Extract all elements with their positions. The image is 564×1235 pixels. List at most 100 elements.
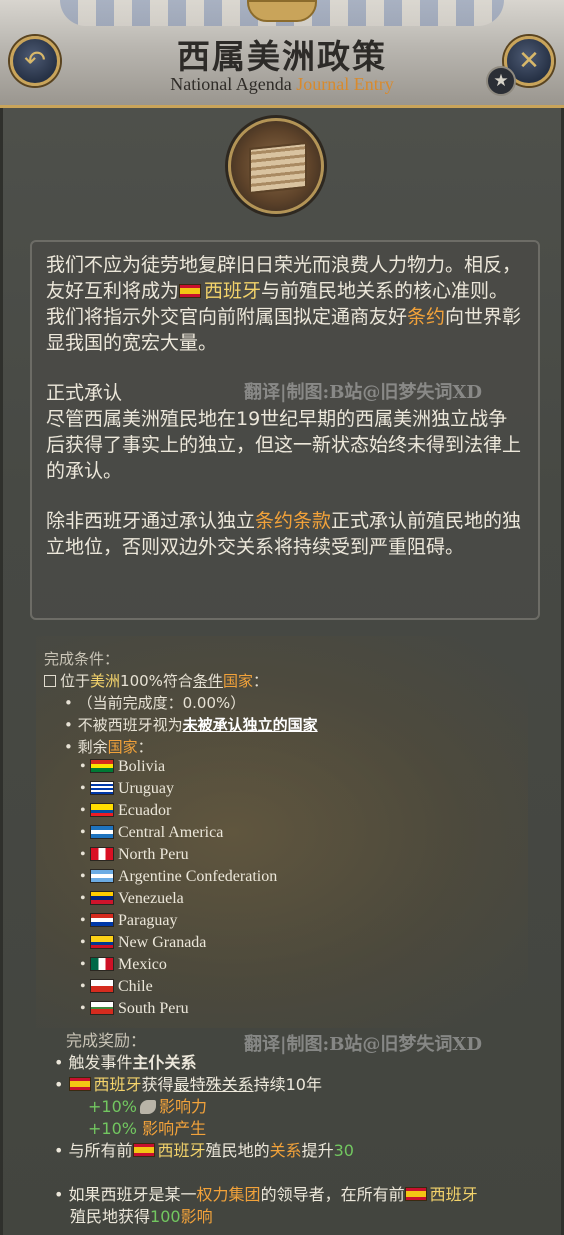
spain-flag-icon: [132, 1143, 155, 1157]
completion-conditions: 完成条件： 位于美洲100%符合条件国家： • （当前完成度：0.00%） • …: [44, 648, 534, 758]
bullet: •: [80, 912, 86, 929]
influence-link[interactable]: 影响力: [159, 1097, 207, 1116]
bullet: •: [80, 802, 86, 819]
condition-bullet: • 不被西班牙视为未被承认独立的国家: [64, 716, 318, 734]
country-item[interactable]: • South Peru: [80, 1000, 189, 1018]
bullet: •: [80, 758, 86, 775]
watermark: 翻译|制图:B站@旧梦失词XD: [244, 1034, 482, 1055]
country-item[interactable]: • Mexico: [80, 956, 167, 974]
country-flag-icon: [90, 825, 114, 839]
spain-link[interactable]: 西班牙: [158, 1141, 206, 1160]
event-link[interactable]: 主仆关系: [133, 1053, 197, 1072]
dove-icon: [139, 1100, 156, 1114]
country-name: Uruguay: [118, 780, 174, 797]
country-item[interactable]: • Ecuador: [80, 802, 171, 820]
description-box: 我们不应为徒劳地复辟旧日荣光而浪费人力物力。相反，友好互利将成为 西班牙与前殖民地…: [30, 240, 540, 620]
country-item[interactable]: • Chile: [80, 978, 153, 996]
spain-flag-icon: [68, 1077, 91, 1091]
back-arrow-icon: ↶: [24, 46, 46, 76]
conditions-label: 完成条件：: [44, 650, 120, 668]
watermark: 翻译|制图:B站@旧梦失词XD: [244, 382, 482, 403]
country-item[interactable]: • Venezuela: [80, 890, 184, 908]
reward-modifier: +10% 影响力: [88, 1097, 207, 1116]
spain-link[interactable]: 西班牙: [204, 280, 261, 302]
country-link[interactable]: 国家: [108, 738, 138, 756]
condition-bullet: • 剩余国家：: [64, 738, 153, 756]
reward-modifier: +10% 影响产生: [88, 1119, 207, 1138]
influence-gen-link[interactable]: 影响产生: [142, 1119, 206, 1138]
country-name: Bolivia: [118, 758, 166, 775]
bullet: •: [80, 890, 86, 907]
crate-icon: [249, 141, 307, 195]
header-crest: [247, 0, 317, 22]
country-name: Central America: [118, 824, 224, 841]
country-link[interactable]: 国家: [223, 672, 253, 690]
back-button[interactable]: ↶: [10, 36, 60, 86]
favorite-button[interactable]: ★: [486, 66, 516, 96]
country-flag-icon: [90, 781, 114, 795]
reward-line: • 如果西班牙是某一权力集团的领导者，在所有前 西班牙: [54, 1185, 478, 1204]
country-name: Ecuador: [118, 802, 172, 819]
country-name: North Peru: [118, 846, 189, 863]
spain-link[interactable]: 西班牙: [94, 1075, 142, 1094]
relations-link[interactable]: 关系: [270, 1141, 302, 1160]
bullet: •: [80, 934, 86, 951]
close-icon: ✕: [518, 46, 540, 76]
bullet: •: [80, 956, 86, 973]
country-item[interactable]: • Bolivia: [80, 758, 165, 776]
country-item[interactable]: • Paraguay: [80, 912, 178, 930]
country-name: New Granada: [118, 934, 207, 951]
special-relation-link[interactable]: 最特殊关系: [174, 1075, 254, 1094]
page-subtitle: National Agenda Journal Entry: [170, 74, 394, 94]
country-flag-icon: [90, 847, 114, 861]
completion-rewards: 完成奖励： • 触发事件主仆关系 • 西班牙获得最特殊关系持续10年 +10% 影…: [54, 1030, 560, 1228]
country-flag-icon: [90, 957, 114, 971]
country-name: Paraguay: [118, 912, 178, 929]
country-item[interactable]: • Central America: [80, 824, 223, 842]
country-item[interactable]: • Uruguay: [80, 780, 174, 798]
bullet: •: [80, 824, 86, 841]
country-flag-icon: [90, 869, 114, 883]
country-name: Mexico: [118, 956, 167, 973]
country-flag-icon: [90, 935, 114, 949]
checkbox-icon: [44, 675, 56, 687]
bullet: •: [80, 978, 86, 995]
spain-link[interactable]: 西班牙: [430, 1185, 478, 1204]
treaty-terms-link[interactable]: 条约条款: [255, 510, 331, 532]
header: 西属美洲政策 National Agenda Journal Entry ↶ ✕…: [0, 0, 564, 108]
country-flag-icon: [90, 891, 114, 905]
bullet: •: [80, 1000, 86, 1017]
condition-line: 位于美洲100%符合条件国家：: [44, 670, 534, 692]
unrecognized-link[interactable]: 未被承认独立的国家: [183, 716, 318, 734]
bullet: •: [80, 846, 86, 863]
description-paragraph: 我们不应为徒劳地复辟旧日荣光而浪费人力物力。相反，友好互利将成为 西班牙与前殖民地…: [46, 254, 522, 354]
country-name: Argentine Confederation: [118, 868, 278, 885]
journal-emblem: [228, 118, 324, 214]
country-name: Chile: [118, 978, 153, 995]
country-flag-icon: [90, 979, 114, 993]
country-item[interactable]: • North Peru: [80, 846, 189, 864]
country-flag-icon: [90, 759, 114, 773]
country-flag-icon: [90, 1001, 114, 1015]
country-name: South Peru: [118, 1000, 189, 1017]
country-flag-icon: [90, 803, 114, 817]
spain-flag-icon: [404, 1187, 427, 1201]
description-paragraph: 除非西班牙通过承认独立条约条款正式承认前殖民地的独立地位，否则双边外交关系将持续…: [46, 510, 522, 558]
description-paragraph: 尽管西属美洲殖民地在19世纪早期的西属美洲独立战争后获得了事实上的独立，但这一新…: [46, 408, 522, 482]
bullet: •: [80, 780, 86, 797]
reward-line: • 与所有前 西班牙殖民地的关系提升30: [54, 1141, 354, 1160]
reward-line: • 西班牙获得最特殊关系持续10年: [54, 1075, 322, 1094]
condition-link[interactable]: 条件: [193, 672, 223, 690]
power-bloc-link[interactable]: 权力集团: [197, 1185, 261, 1204]
spain-flag-icon: [179, 284, 202, 298]
country-item[interactable]: • Argentine Confederation: [80, 868, 277, 886]
country-item[interactable]: • New Granada: [80, 934, 206, 952]
star-icon: ★: [493, 71, 509, 91]
bullet: •: [80, 868, 86, 885]
progress-line: • （当前完成度：0.00%）: [64, 694, 246, 712]
region-link[interactable]: 美洲: [90, 672, 120, 690]
influence-link[interactable]: 影响: [181, 1207, 213, 1226]
treaty-link[interactable]: 条约: [407, 306, 445, 328]
page-title: 西属美洲政策: [177, 37, 387, 76]
country-flag-icon: [90, 913, 114, 927]
